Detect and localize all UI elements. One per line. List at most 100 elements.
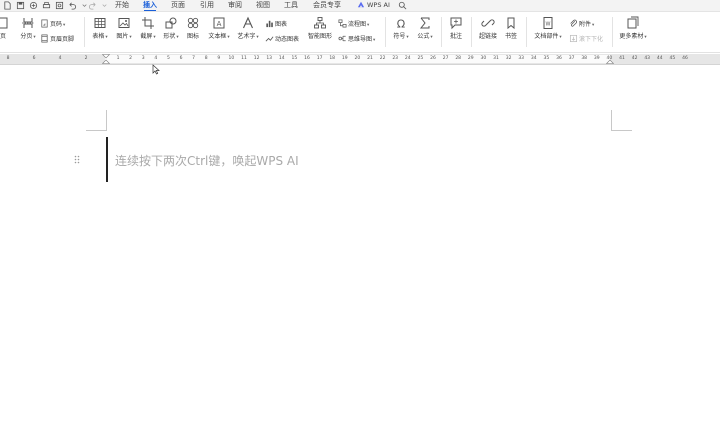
wordart-icon xyxy=(241,16,255,30)
page-number-button[interactable]: # 页码▾ xyxy=(40,19,65,29)
ruler-number: 28 xyxy=(455,56,462,61)
tab-view[interactable]: 视图 xyxy=(256,0,270,11)
link-icon xyxy=(481,16,495,30)
ruler-left-number: 8 xyxy=(6,56,10,61)
more-materials-button[interactable]: 更多素材▾ xyxy=(616,16,650,40)
page-number-icon: # xyxy=(41,19,48,28)
screenshot-button[interactable]: 截屏▾ xyxy=(137,16,159,40)
section-break-label: 分页 xyxy=(20,33,33,40)
ruler-number: 20 xyxy=(354,56,361,61)
redo-icon[interactable] xyxy=(88,1,97,10)
ruler-number: 1 xyxy=(116,56,120,61)
ruler-number: 43 xyxy=(644,56,651,61)
ruler-number: 36 xyxy=(556,56,562,61)
redo-dropdown-icon[interactable] xyxy=(100,1,107,10)
section-break-button[interactable]: 分页▾ xyxy=(18,16,38,40)
ruler-number: 5 xyxy=(166,56,170,61)
ruler-number: 44 xyxy=(656,56,663,61)
icon-library-button[interactable]: 图标 xyxy=(185,16,201,40)
header-footer-icon xyxy=(41,34,48,43)
paragraph-drag-handle-icon[interactable] xyxy=(74,155,80,164)
page-button-label: 页 xyxy=(0,33,6,40)
horizontal-ruler[interactable]: 8 6 4 2 1 2 3 4 5 6 7 8 9 10 11 12 13 14 15 16 17 18 19 20 2… xyxy=(0,54,720,65)
ruler-number: 22 xyxy=(379,56,386,61)
smart-art-button[interactable]: 智能图形 xyxy=(306,16,334,40)
search-icon[interactable] xyxy=(398,1,407,10)
wordart-button[interactable]: 艺术字▾ xyxy=(235,16,261,40)
ruler-number: 33 xyxy=(518,56,525,61)
document-parts-button[interactable]: W 文档部件▾ xyxy=(531,16,565,40)
undo-icon[interactable] xyxy=(68,1,77,10)
print-preview-icon[interactable] xyxy=(55,1,64,10)
ruler-number: 11 xyxy=(241,56,247,61)
omega-symbol-icon: Ω xyxy=(394,16,408,31)
ruler-number: 15 xyxy=(291,56,298,61)
smart-art-icon xyxy=(313,16,327,30)
textbox-button[interactable]: A 文本框▾ xyxy=(206,16,232,40)
document-parts-icon: W xyxy=(541,16,555,30)
svg-text:W: W xyxy=(546,22,551,28)
text-cursor xyxy=(106,137,108,182)
ruler-number: 34 xyxy=(530,56,537,61)
shape-icon xyxy=(164,16,178,30)
attachment-button[interactable]: 附件▾ xyxy=(569,19,594,29)
tab-wps-ai[interactable]: WPS AI xyxy=(357,0,390,11)
tab-tools[interactable]: 工具 xyxy=(284,0,298,11)
ruler-number: 41 xyxy=(619,56,625,61)
paperclip-icon xyxy=(570,19,577,27)
right-indent-marker[interactable] xyxy=(606,54,614,64)
ruler-number: 29 xyxy=(467,56,474,61)
ruler-number: 45 xyxy=(669,56,676,61)
picture-button[interactable]: 图片▾ xyxy=(113,16,135,40)
tab-insert[interactable]: 插入 xyxy=(143,0,157,11)
tab-member[interactable]: 会员专享 xyxy=(313,0,341,11)
scroll-down-button[interactable]: 滚下下化 xyxy=(569,34,603,44)
wps-ai-logo-icon xyxy=(357,1,365,8)
table-label: 表格 xyxy=(92,33,105,40)
ruler-left-number: 4 xyxy=(58,56,62,61)
ruler-number: 23 xyxy=(392,56,399,61)
undo-dropdown-icon[interactable] xyxy=(80,1,87,10)
bookmark-label: 书签 xyxy=(504,33,517,40)
dynamic-chart-label: 动态图表 xyxy=(275,36,300,43)
chart-label: 图表 xyxy=(275,21,288,28)
mindmap-button[interactable]: 思维导图▾ xyxy=(338,34,375,44)
page-button[interactable]: 页 xyxy=(0,16,10,40)
dynamic-chart-button[interactable]: 动态图表 xyxy=(265,34,299,44)
menu-bar: 开始 插入 页面 引用 审阅 视图 工具 会员专享 WPS AI xyxy=(0,0,720,12)
comment-icon xyxy=(449,16,463,30)
file-icon[interactable] xyxy=(3,1,12,10)
tab-reference[interactable]: 引用 xyxy=(200,0,214,11)
formula-button[interactable]: 公式▾ xyxy=(414,16,436,40)
tab-page[interactable]: 页面 xyxy=(171,0,185,11)
chart-button[interactable]: 图表 xyxy=(265,19,287,29)
mindmap-icon xyxy=(338,35,346,42)
ruler-number: 25 xyxy=(417,56,424,61)
ribbon-separator xyxy=(526,17,527,47)
comment-button[interactable]: 批注 xyxy=(446,16,466,40)
materials-icon xyxy=(626,16,640,30)
ruler-number: 21 xyxy=(367,56,373,61)
print-icon[interactable] xyxy=(42,1,51,10)
hyperlink-button[interactable]: 超链接 xyxy=(476,16,500,40)
formula-icon xyxy=(418,16,432,30)
tab-review[interactable]: 审阅 xyxy=(228,0,242,11)
first-line-indent-marker[interactable] xyxy=(102,54,110,64)
shape-button[interactable]: 形状▾ xyxy=(160,16,182,40)
header-footer-label: 页眉页脚 xyxy=(50,36,75,43)
page-icon xyxy=(0,16,10,30)
symbol-button[interactable]: Ω 符号▾ xyxy=(390,16,412,41)
bookmark-button[interactable]: 书签 xyxy=(502,16,520,40)
picture-label: 图片 xyxy=(116,33,129,40)
table-button[interactable]: 表格▾ xyxy=(89,16,111,40)
textbox-icon: A xyxy=(212,16,226,30)
ribbon-separator xyxy=(385,17,386,47)
export-pdf-icon[interactable] xyxy=(29,1,38,10)
tab-home[interactable]: 开始 xyxy=(115,0,129,11)
header-footer-button[interactable]: 页眉页脚 xyxy=(40,34,74,44)
attachment-label: 附件 xyxy=(579,21,592,28)
flowchart-button[interactable]: 流程图▾ xyxy=(338,19,369,29)
save-icon[interactable] xyxy=(16,1,25,10)
ribbon-separator xyxy=(612,17,613,47)
formula-label: 公式 xyxy=(417,33,430,40)
